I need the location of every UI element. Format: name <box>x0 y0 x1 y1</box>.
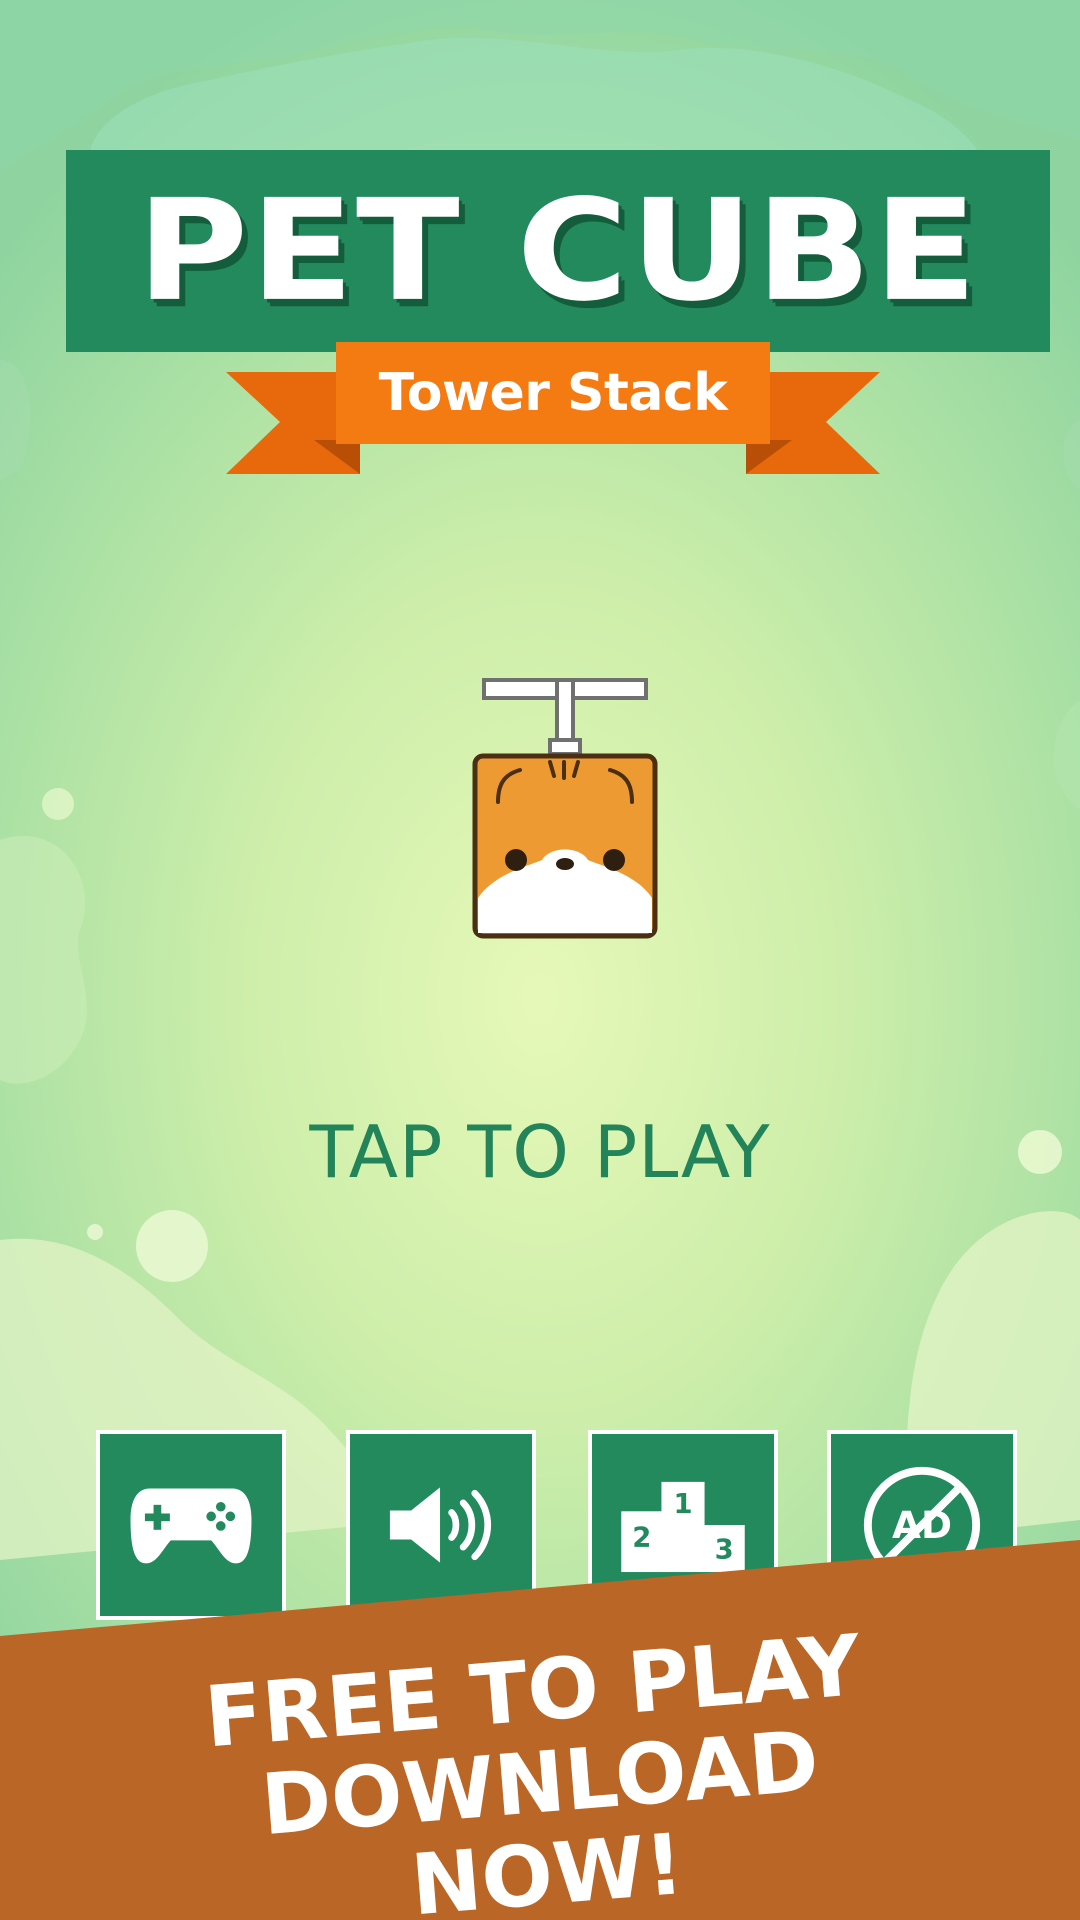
game-subtitle: Tower Stack <box>378 363 728 423</box>
game-screen[interactable]: PET CUBE Tower Stack TAP TO PLAY 1 2 3 A… <box>0 0 1080 1920</box>
leaderboard-button[interactable]: 1 2 3 <box>588 1430 778 1620</box>
gamepad-icon <box>130 1488 252 1564</box>
podium-second-label: 2 <box>632 1523 651 1554</box>
sound-button[interactable] <box>346 1430 536 1620</box>
games-button[interactable] <box>96 1430 286 1620</box>
tap-to-play-prompt[interactable]: TAP TO PLAY <box>240 1110 840 1194</box>
podium-third-label: 3 <box>715 1534 734 1565</box>
orange-cat-cube-with-propeller-icon[interactable] <box>470 678 660 942</box>
podium-icon: 1 2 3 <box>621 1481 745 1573</box>
title-banner: PET CUBE <box>66 150 1050 352</box>
no-ads-icon: AD <box>863 1466 981 1584</box>
speaker-icon <box>389 1487 491 1563</box>
podium-first-label: 1 <box>673 1489 692 1520</box>
remove-ads-button[interactable]: AD <box>827 1430 1017 1620</box>
game-title: PET CUBE <box>136 169 980 332</box>
ad-label: AD <box>892 1503 952 1547</box>
